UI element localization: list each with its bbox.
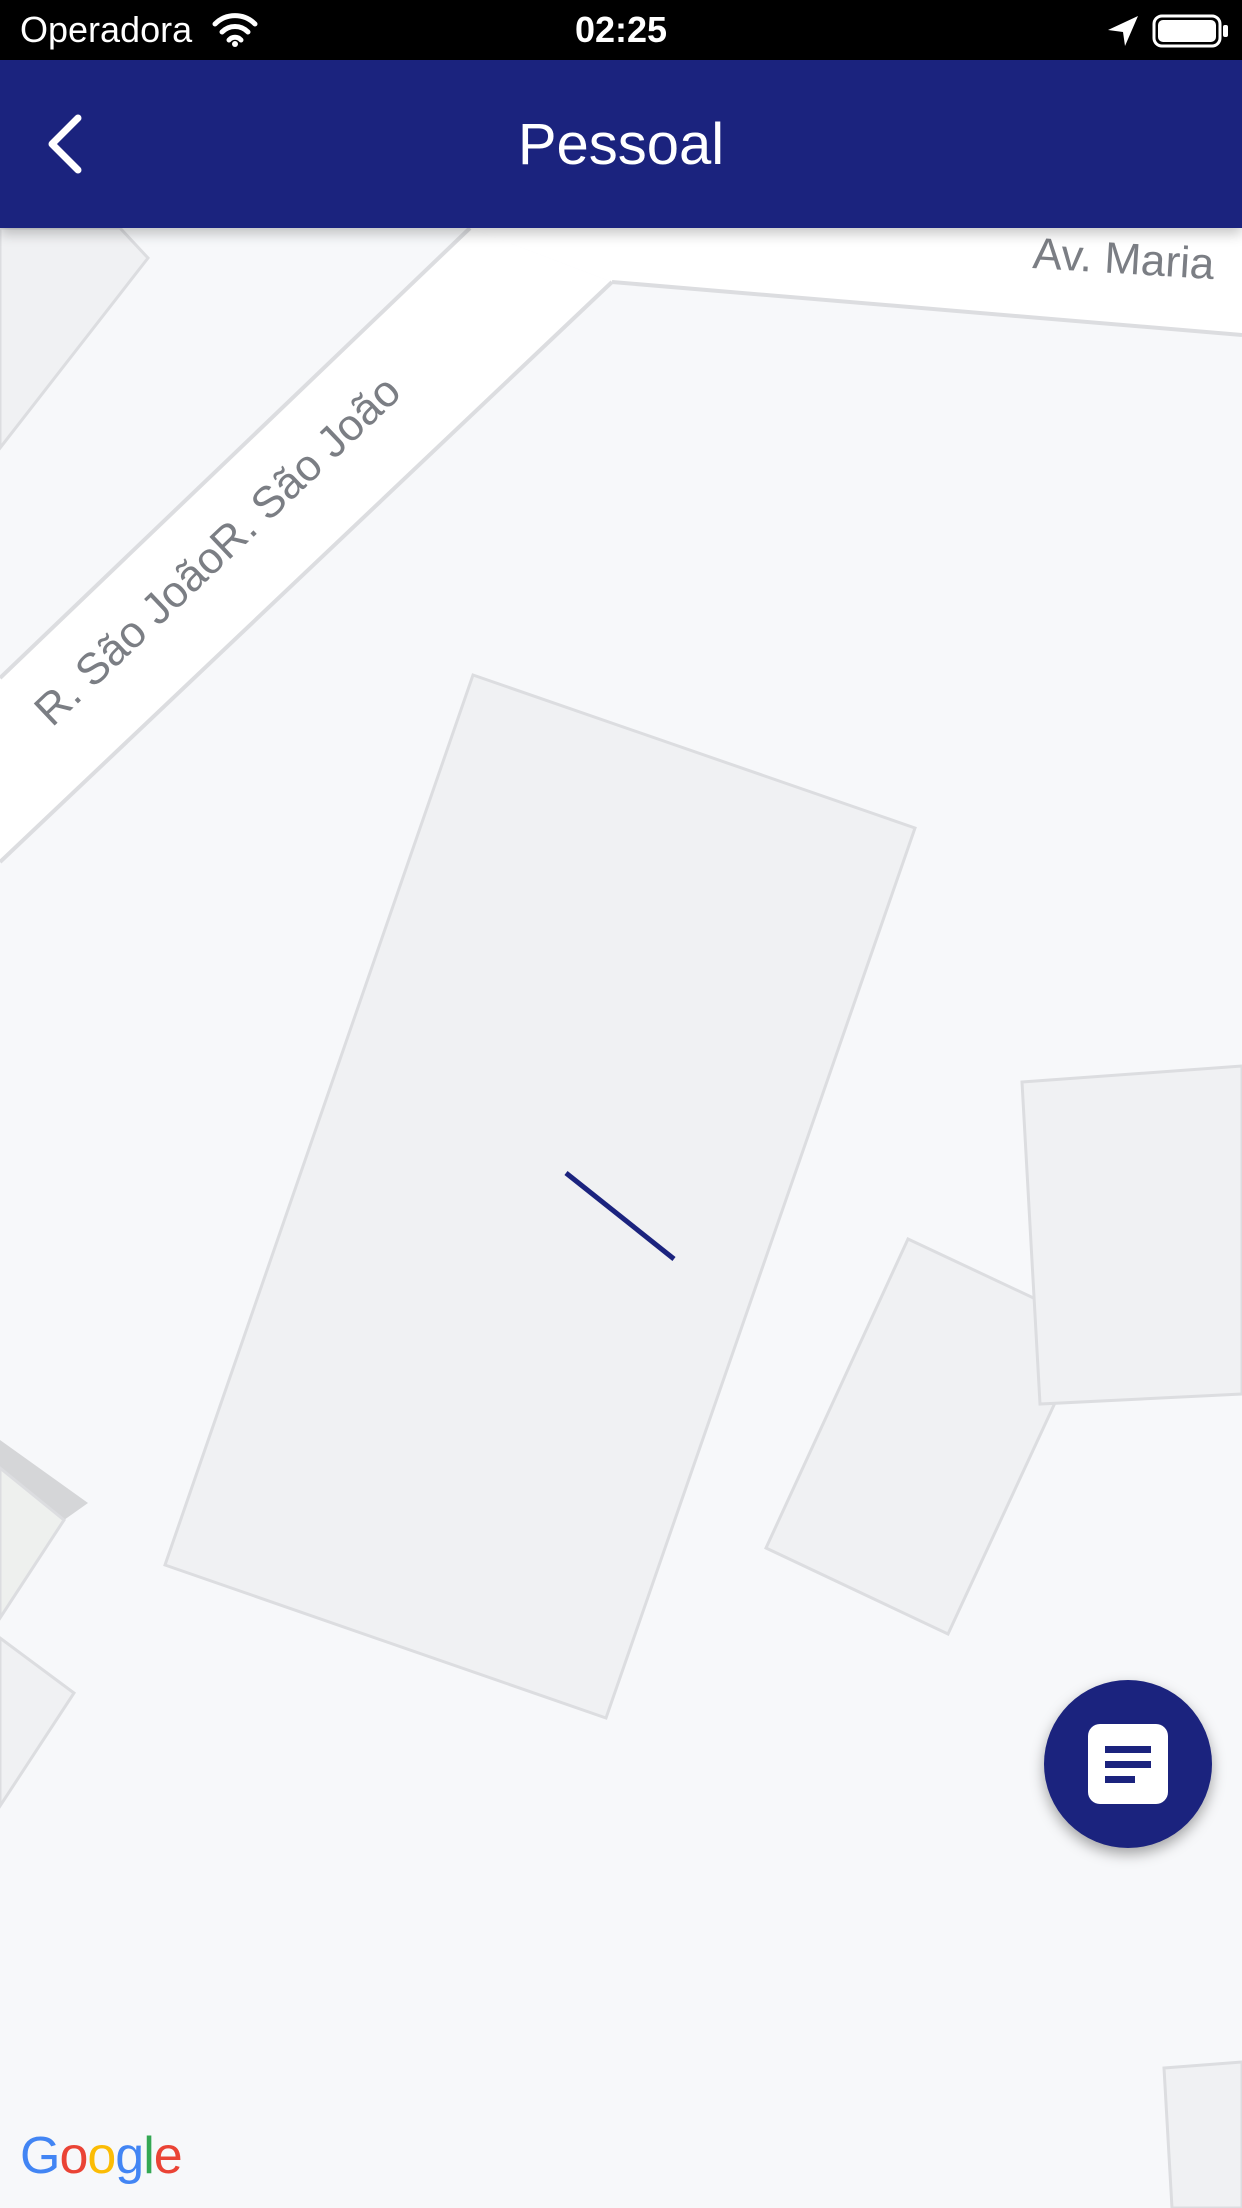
status-bar: Operadora 02:25 <box>0 0 1242 60</box>
battery-icon <box>1152 14 1230 53</box>
google-logo-letter: l <box>143 2127 155 2185</box>
google-logo-letter: o <box>59 2127 88 2185</box>
google-logo-letter: e <box>153 2127 183 2185</box>
google-logo-letter: g <box>115 2127 144 2185</box>
screen: R. São JoãoR. São João Av. Maria Operado… <box>0 0 1242 2208</box>
map-view[interactable]: R. São JoãoR. São João Av. Maria <box>0 0 1242 2208</box>
location-arrow-icon <box>1106 14 1140 53</box>
page-title: Pessoal <box>517 112 725 177</box>
status-time: 02:25 <box>574 9 668 50</box>
google-logo-letter: G <box>20 2127 60 2185</box>
building <box>1020 1064 1242 1406</box>
google-logo[interactable]: Google <box>20 2126 183 2186</box>
building <box>1162 2060 1242 2208</box>
document-fab-button[interactable] <box>1044 1680 1212 1848</box>
document-icon <box>1088 1724 1168 1809</box>
map-canvas[interactable]: R. São JoãoR. São João Av. Maria <box>0 0 1242 2208</box>
nav-bar: Pessoal <box>0 60 1242 228</box>
google-logo-letter: o <box>87 2127 116 2185</box>
